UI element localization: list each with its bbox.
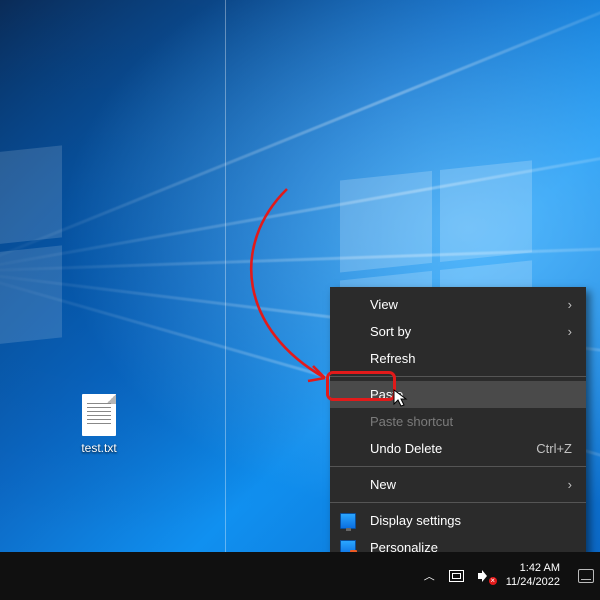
display-icon — [340, 513, 356, 529]
monitor-divider — [225, 0, 226, 552]
chevron-right-icon: › — [568, 324, 572, 339]
chevron-right-icon: › — [568, 477, 572, 492]
mouse-cursor-icon — [393, 389, 409, 409]
desktop-context-menu: View › Sort by › Refresh Paste Paste sho… — [330, 287, 586, 565]
menu-item-view[interactable]: View › — [330, 291, 586, 318]
clock-time: 1:42 AM — [506, 562, 560, 576]
desktop-file-test-txt[interactable]: test.txt — [69, 394, 129, 455]
menu-separator — [330, 466, 586, 467]
menu-item-refresh[interactable]: Refresh — [330, 345, 586, 372]
menu-item-paste-shortcut: Paste shortcut — [330, 408, 586, 435]
taskbar-clock[interactable]: 1:42 AM 11/24/2022 — [506, 562, 560, 590]
tray-overflow-button[interactable]: ︿ — [424, 569, 435, 583]
text-file-icon — [82, 394, 116, 436]
menu-item-undo-delete[interactable]: Undo Delete Ctrl+Z — [330, 435, 586, 462]
desktop-file-label: test.txt — [69, 441, 129, 455]
task-view-icon[interactable] — [578, 569, 594, 583]
clock-date: 11/24/2022 — [506, 576, 560, 590]
menu-separator — [330, 502, 586, 503]
menu-separator — [330, 376, 586, 377]
menu-item-paste[interactable]: Paste — [330, 381, 586, 408]
menu-item-new[interactable]: New › — [330, 471, 586, 498]
network-icon[interactable] — [449, 570, 464, 582]
menu-item-shortcut: Ctrl+Z — [536, 441, 572, 456]
menu-item-sort-by[interactable]: Sort by › — [330, 318, 586, 345]
taskbar: ︿ × 1:42 AM 11/24/2022 — [0, 552, 600, 600]
menu-item-display-settings[interactable]: Display settings — [330, 507, 586, 534]
volume-muted-icon[interactable]: × — [478, 569, 492, 583]
chevron-right-icon: › — [568, 297, 572, 312]
